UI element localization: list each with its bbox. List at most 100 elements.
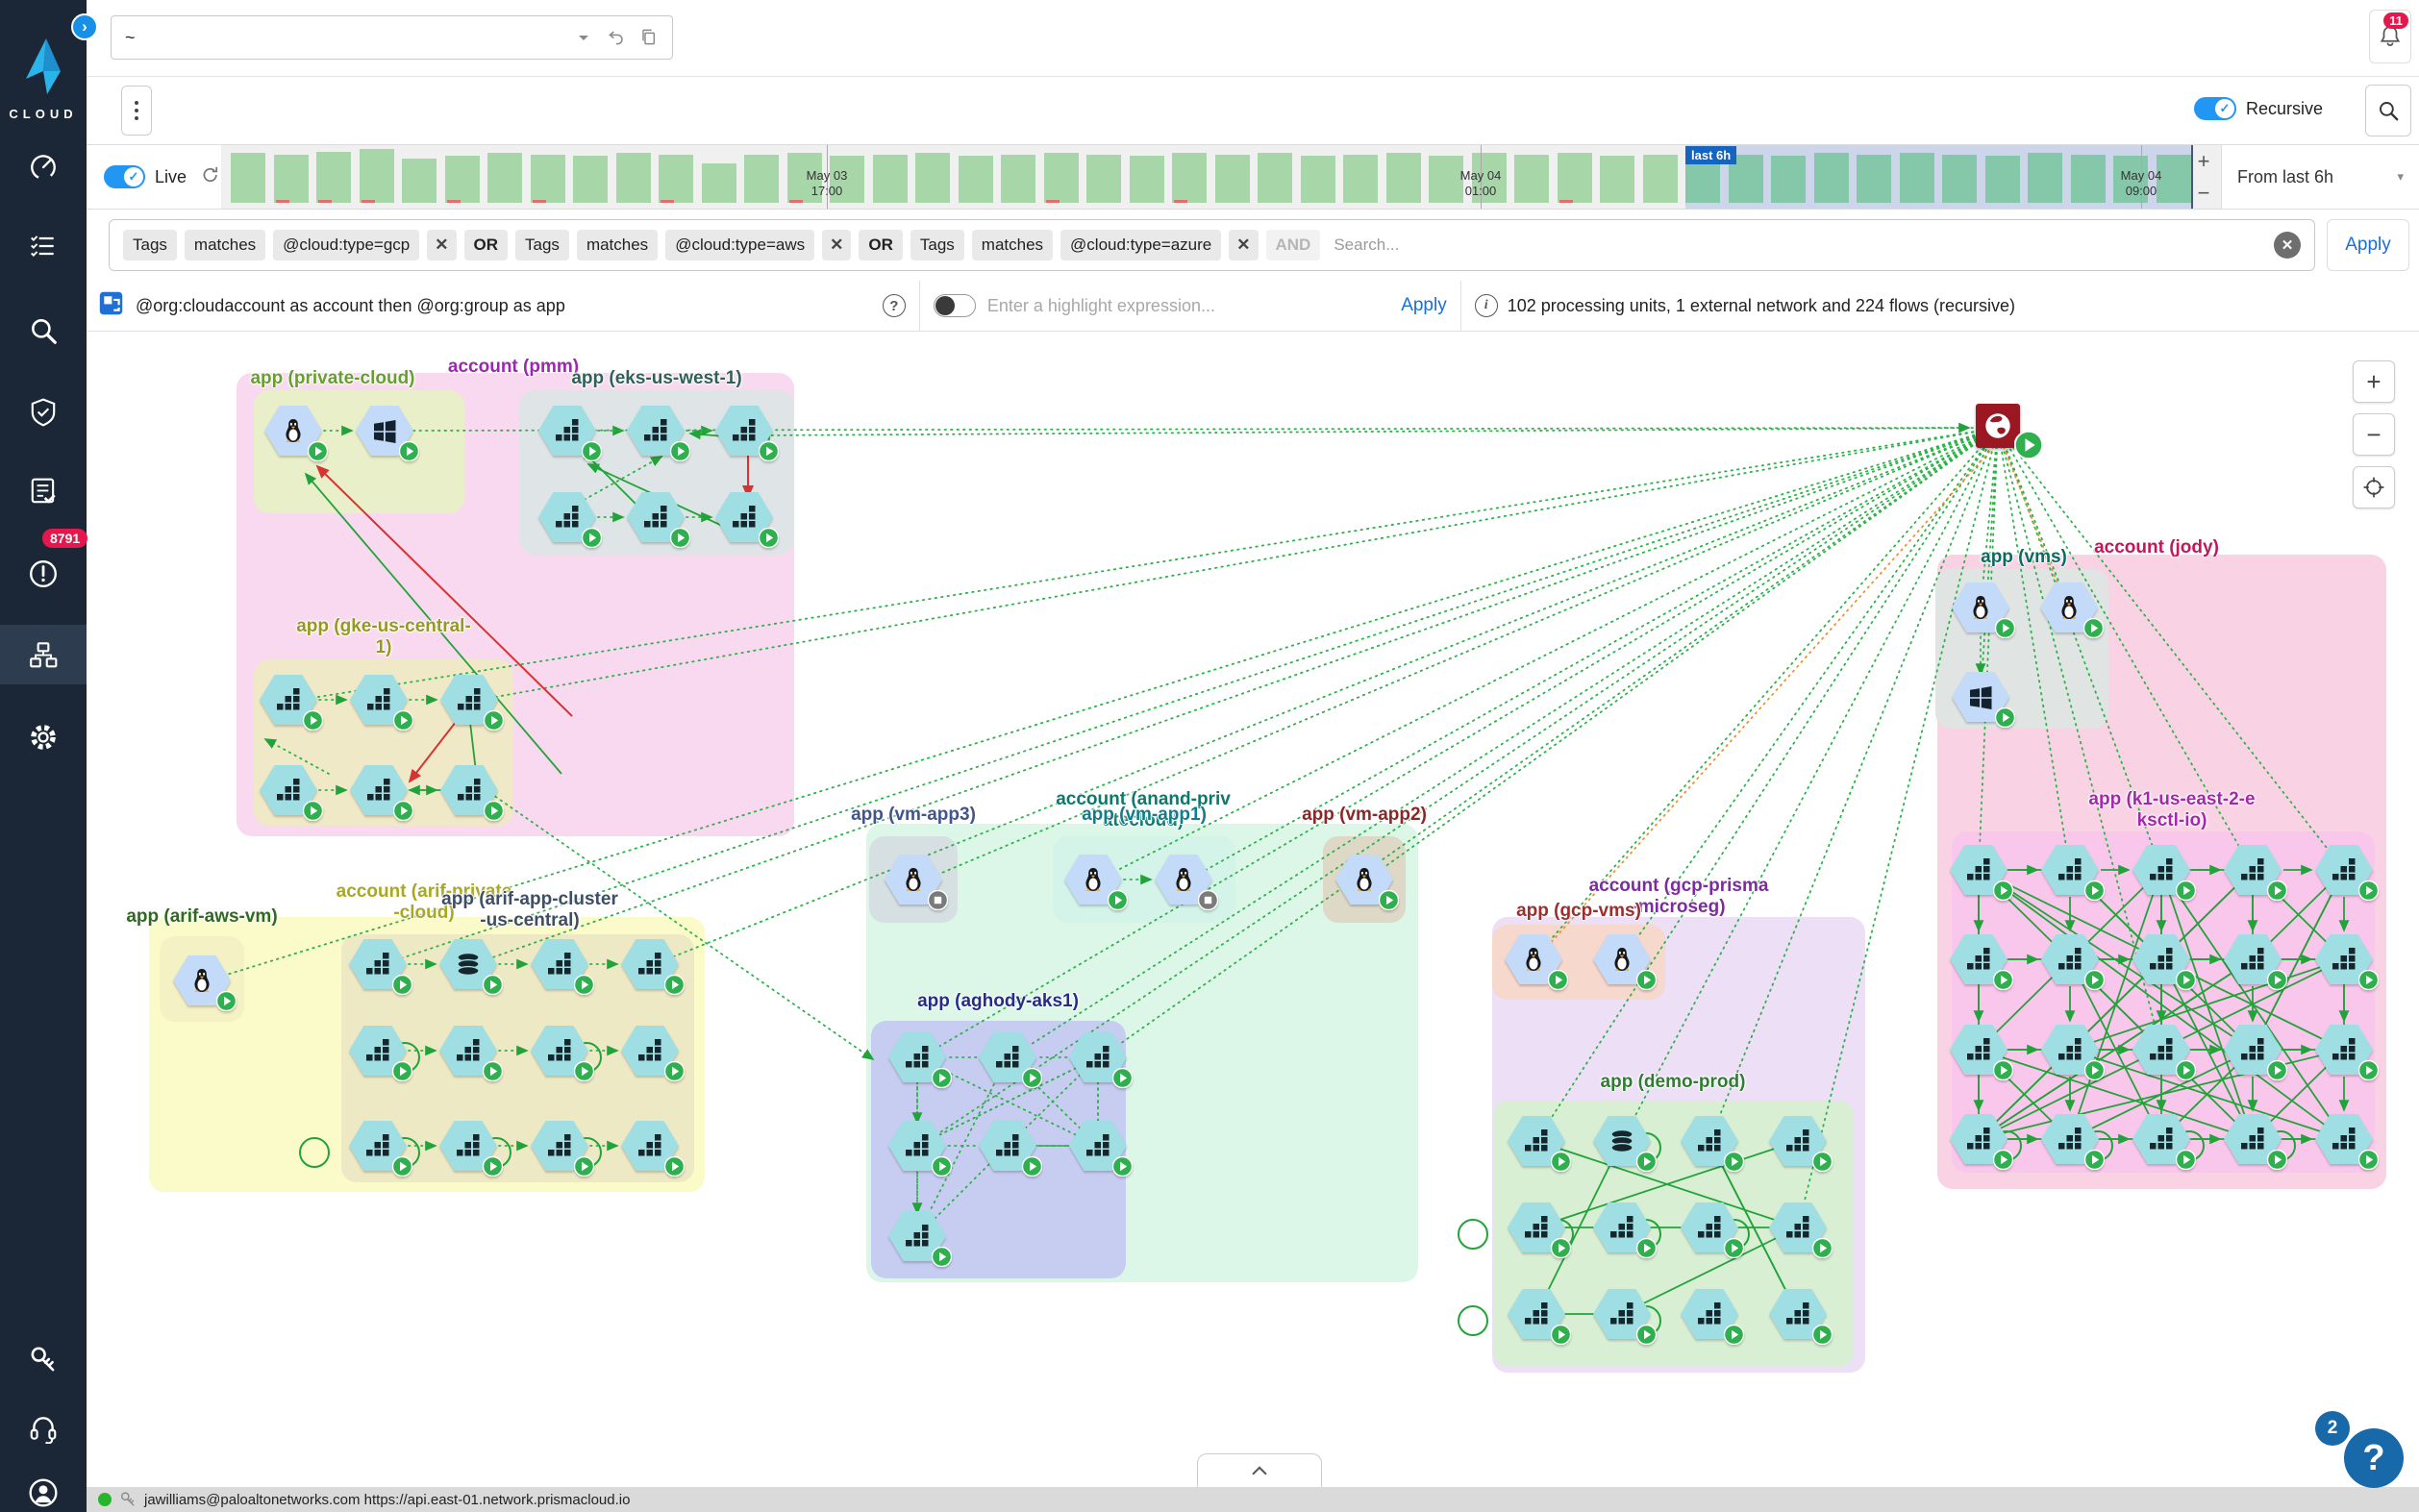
- filter-search-input[interactable]: Search...: [1334, 235, 2266, 255]
- filter-field-chip[interactable]: Tags: [910, 230, 964, 260]
- graph-node-pod[interactable]: [538, 406, 596, 456]
- help-button[interactable]: ?: [2344, 1428, 2404, 1488]
- group-label-k1[interactable]: app (k1-us-east-2-e ksctl-io): [2088, 789, 2255, 831]
- graph-node-linux[interactable]: [1155, 855, 1212, 905]
- timeline-bar[interactable]: [1985, 156, 2020, 203]
- timeline-bar[interactable]: [959, 156, 993, 203]
- timeline-bar[interactable]: [1643, 155, 1678, 203]
- graph-node-pod[interactable]: [621, 1121, 679, 1171]
- sidebar-item-reports[interactable]: [0, 461, 87, 521]
- time-range-select[interactable]: From last 6h ▾: [2221, 145, 2419, 209]
- filter-and-hint[interactable]: AND: [1266, 230, 1321, 260]
- graph-node-pod[interactable]: [1769, 1289, 1827, 1339]
- graph-node-pod[interactable]: [979, 1121, 1036, 1171]
- timeline-bar[interactable]: [1900, 153, 1934, 203]
- sidebar-item-inventory[interactable]: [0, 216, 87, 276]
- group-label-vm-app1[interactable]: app (vm-app1): [1082, 805, 1207, 826]
- timeline-bar[interactable]: [1215, 155, 1250, 203]
- group-label-vm-app2[interactable]: app (vm-app2): [1302, 805, 1427, 826]
- graph-node-linux[interactable]: [1593, 934, 1651, 984]
- timeline-bar[interactable]: [1857, 155, 1891, 203]
- group-label-eks[interactable]: app (eks-us-west-1): [571, 368, 741, 389]
- graph-node-pod[interactable]: [621, 939, 679, 989]
- chip-remove-icon[interactable]: ✕: [427, 230, 456, 260]
- highlight-toggle[interactable]: [934, 294, 976, 317]
- timeline-bar[interactable]: [1771, 156, 1806, 203]
- graph-node-pod[interactable]: [1769, 1202, 1827, 1252]
- timeline-bar[interactable]: [316, 152, 351, 203]
- sidebar-item-support[interactable]: [0, 1399, 87, 1458]
- graph-node-pod[interactable]: [1950, 1114, 2008, 1164]
- refresh-icon[interactable]: [200, 164, 221, 190]
- timeline-bar[interactable]: [1172, 153, 1207, 203]
- timeline-bar[interactable]: [274, 155, 309, 203]
- group-label-gcp-vms[interactable]: app (gcp-vms): [1516, 901, 1641, 922]
- help-icon[interactable]: ?: [883, 294, 906, 317]
- undo-icon[interactable]: [607, 28, 626, 47]
- graph-node-pod[interactable]: [1681, 1116, 1738, 1166]
- timeline-bar[interactable]: [1942, 155, 1977, 203]
- sidebar-item-dashboard[interactable]: [0, 136, 87, 196]
- graph-node-pod[interactable]: [440, 675, 498, 725]
- chevron-down-icon[interactable]: [574, 28, 593, 47]
- collapse-panel-button[interactable]: [1197, 1453, 1322, 1487]
- graph-node-pod[interactable]: [1950, 934, 2008, 984]
- timeline-bar[interactable]: [1514, 155, 1549, 203]
- graph-node-pod[interactable]: [1769, 1116, 1827, 1166]
- graph-node-pod[interactable]: [260, 765, 317, 815]
- canvas-fit-button[interactable]: [2353, 466, 2395, 508]
- group-label-aghody[interactable]: app (aghody-aks1): [917, 991, 1079, 1012]
- timeline-bar[interactable]: [915, 153, 950, 203]
- graph-node-linux[interactable]: [1064, 855, 1122, 905]
- graph-node-pod[interactable]: [888, 1121, 946, 1171]
- graph-node-pod[interactable]: [531, 1121, 588, 1171]
- timeline-bar[interactable]: [360, 149, 394, 203]
- timeline-bar[interactable]: [1429, 156, 1463, 203]
- filter-operator-chip[interactable]: matches: [185, 230, 265, 260]
- graph-node-pod[interactable]: [531, 939, 588, 989]
- graph-node-pod[interactable]: [1069, 1121, 1127, 1171]
- timeline-zoom-out-button[interactable]: −: [2198, 181, 2210, 206]
- group-label-pmm[interactable]: account (pmm): [448, 357, 579, 378]
- graph-node-pod[interactable]: [538, 492, 596, 542]
- graph-node-pod[interactable]: [349, 939, 407, 989]
- timeline-bar[interactable]: [1343, 155, 1378, 203]
- timeline-bar[interactable]: [2071, 155, 2106, 203]
- timeline-bar[interactable]: [573, 156, 608, 203]
- filter-value-chip[interactable]: @cloud:type=azure: [1060, 230, 1221, 260]
- timeline-bar[interactable]: [2028, 153, 2062, 203]
- timeline-bar[interactable]: [1558, 153, 1592, 203]
- highlight-apply-button[interactable]: Apply: [1401, 295, 1447, 316]
- group-label-vms[interactable]: app (vms): [1981, 547, 2067, 568]
- graph-node-pod[interactable]: [2315, 1114, 2373, 1164]
- timeline-bar[interactable]: [445, 156, 480, 203]
- timeline-bar[interactable]: [531, 155, 565, 203]
- copy-icon[interactable]: [639, 28, 659, 47]
- graph-node-pod[interactable]: [715, 406, 773, 456]
- graph-node-linux[interactable]: [2040, 582, 2098, 632]
- chip-remove-icon[interactable]: ✕: [822, 230, 851, 260]
- view-selector[interactable]: ~: [111, 15, 673, 60]
- filter-expression-input[interactable]: Tagsmatches@cloud:type=gcp✕ORTagsmatches…: [109, 219, 2315, 271]
- graph-node-pod[interactable]: [2041, 845, 2099, 895]
- chip-remove-icon[interactable]: ✕: [1229, 230, 1258, 260]
- sidebar-item-investigate[interactable]: [0, 301, 87, 360]
- timeline-bar[interactable]: [1301, 156, 1335, 203]
- graph-search-button[interactable]: [2365, 85, 2411, 136]
- filter-joiner[interactable]: OR: [464, 230, 509, 260]
- filter-value-chip[interactable]: @cloud:type=aws: [665, 230, 814, 260]
- graph-node-pod[interactable]: [1950, 845, 2008, 895]
- timeline-bar[interactable]: [487, 153, 522, 203]
- graph-node-pod[interactable]: [2041, 1025, 2099, 1075]
- sidebar-item-profile[interactable]: [0, 1463, 87, 1512]
- graph-node-linux[interactable]: [1952, 582, 2009, 632]
- graph-node-pod[interactable]: [2132, 1025, 2190, 1075]
- timeline-bar[interactable]: [616, 153, 651, 203]
- graph-node-pod[interactable]: [2041, 1114, 2099, 1164]
- sidebar-item-alerts[interactable]: 8791: [0, 544, 87, 604]
- canvas-zoom-in-button[interactable]: +: [2353, 360, 2395, 403]
- graph-node-pod[interactable]: [2132, 1114, 2190, 1164]
- notifications-button[interactable]: 11: [2369, 10, 2411, 63]
- timeline-bar[interactable]: [1814, 153, 1849, 203]
- graph-node-pod[interactable]: [2224, 1025, 2282, 1075]
